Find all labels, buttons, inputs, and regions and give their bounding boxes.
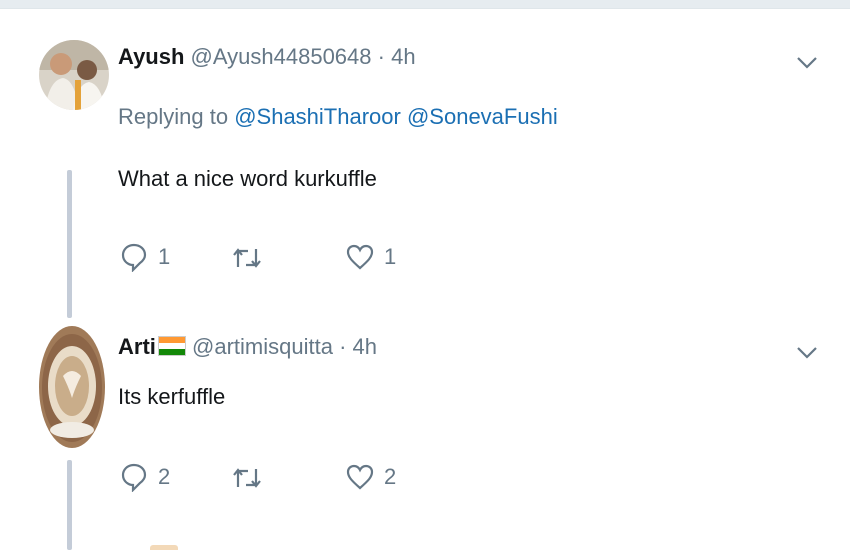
reply-count: 1 bbox=[158, 244, 171, 269]
mention-link[interactable]: @SonevaFushi bbox=[407, 104, 558, 129]
heart-icon bbox=[346, 464, 374, 490]
next-tweet-avatar-edge bbox=[150, 545, 178, 550]
retweet-button[interactable] bbox=[232, 465, 272, 491]
heart-icon bbox=[346, 244, 374, 270]
avatar-photo bbox=[39, 40, 109, 110]
reply-icon bbox=[121, 463, 147, 492]
tweet-text: What a nice word kurkuffle bbox=[118, 166, 377, 191]
like-button[interactable]: 1 bbox=[346, 243, 396, 271]
mention-link[interactable]: @ShashiTharoor bbox=[234, 104, 401, 129]
chevron-down-icon[interactable] bbox=[795, 52, 819, 72]
india-flag-icon bbox=[157, 336, 186, 356]
tweet-item[interactable]: Arti @artimisquitta · 4h Its kerfuffle 2… bbox=[0, 320, 850, 550]
avatar-photo bbox=[39, 326, 105, 448]
retweet-icon bbox=[233, 248, 261, 268]
replying-to: Replying to @ShashiTharoor @SonevaFushi bbox=[118, 104, 558, 130]
reply-count: 2 bbox=[158, 464, 171, 489]
separator-dot: · bbox=[377, 44, 385, 69]
thread-line bbox=[67, 170, 72, 318]
user-handle[interactable]: @Ayush44850648 bbox=[191, 44, 372, 69]
retweet-icon bbox=[233, 468, 261, 488]
tweet-item[interactable]: Ayush @Ayush44850648 · 4h Replying to @S… bbox=[0, 0, 850, 320]
avatar[interactable] bbox=[39, 40, 109, 110]
separator-dot: · bbox=[339, 334, 347, 359]
reply-button[interactable]: 2 bbox=[120, 462, 170, 492]
thread-line bbox=[67, 460, 72, 550]
display-name[interactable]: Ayush bbox=[118, 44, 184, 69]
display-name[interactable]: Arti bbox=[118, 334, 156, 359]
timestamp[interactable]: 4h bbox=[353, 334, 377, 359]
tweet-header: Ayush @Ayush44850648 · 4h bbox=[118, 44, 416, 70]
reply-icon bbox=[121, 243, 147, 272]
tweet-text: Its kerfuffle bbox=[118, 384, 226, 409]
avatar[interactable] bbox=[39, 326, 105, 448]
replying-to-label: Replying to bbox=[118, 104, 229, 129]
tweet-header: Arti @artimisquitta · 4h bbox=[118, 334, 377, 360]
user-handle[interactable]: @artimisquitta bbox=[192, 334, 333, 359]
like-count: 1 bbox=[384, 244, 397, 269]
retweet-button[interactable] bbox=[232, 245, 272, 271]
chevron-down-icon[interactable] bbox=[795, 342, 819, 362]
timestamp[interactable]: 4h bbox=[391, 44, 415, 69]
like-button[interactable]: 2 bbox=[346, 463, 396, 491]
reply-button[interactable]: 1 bbox=[120, 242, 170, 272]
like-count: 2 bbox=[384, 464, 397, 489]
